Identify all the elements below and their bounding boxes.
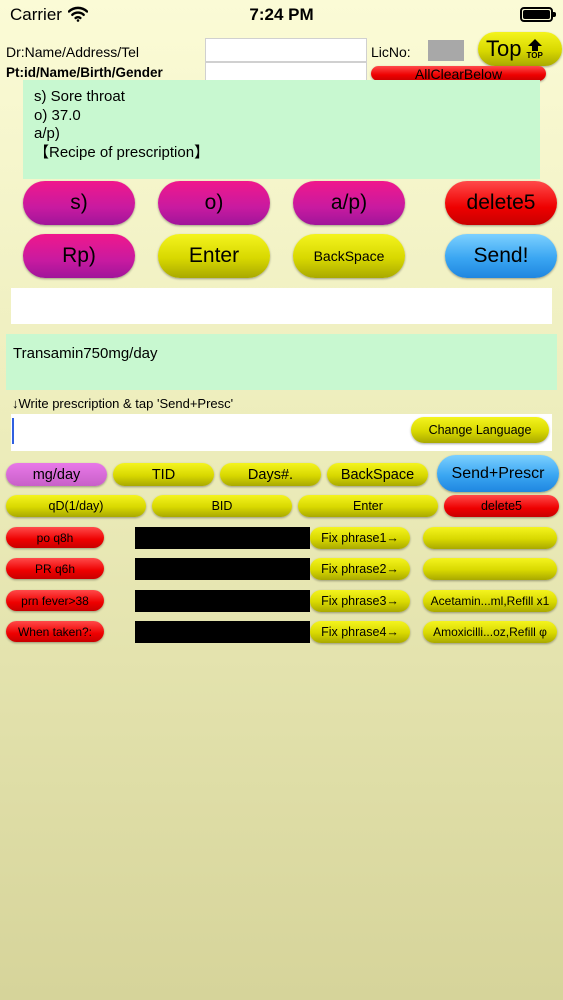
fix-phrase-label: Fix phrase1→ — [321, 531, 399, 545]
change-language-label: Change Language — [428, 423, 532, 437]
phrase-input[interactable] — [135, 590, 310, 612]
doctor-info-field[interactable] — [205, 38, 367, 62]
ap-button[interactable]: a/p) — [293, 181, 405, 225]
send-button[interactable]: Send! — [445, 234, 557, 278]
phrase-key-button[interactable]: PR q6h — [6, 558, 104, 579]
battery-icon — [520, 7, 556, 22]
fix-phrase-button[interactable]: Fix phrase4→ — [310, 621, 410, 643]
saved-phrase-button[interactable]: Amoxicilli...oz,Refill φ — [423, 621, 557, 643]
enter-button-label: Enter — [188, 244, 240, 267]
saved-phrase-button[interactable]: Acetamin...ml,Refill x1 — [423, 590, 557, 612]
patient-info-field[interactable] — [205, 62, 367, 82]
delete5-button[interactable]: delete5 — [445, 181, 557, 225]
fix-phrase-label: Fix phrase2→ — [321, 562, 399, 576]
fix-phrase-label: Fix phrase3→ — [321, 594, 399, 608]
delete5-button-label: delete5 — [466, 191, 536, 214]
backspace-small-button[interactable]: BackSpace — [327, 463, 428, 486]
fix-phrase-label: Fix phrase4→ — [321, 625, 399, 639]
mg-day-button[interactable]: mg/day — [6, 463, 107, 486]
change-language-button[interactable]: Change Language — [411, 417, 549, 443]
bid-label: BID — [211, 499, 233, 513]
note-lines: s) Sore throat o) 37.0 a/p) 【Recipe of p… — [34, 88, 209, 162]
text-caret — [12, 418, 14, 444]
all-clear-below-button[interactable]: AllClearBelow — [371, 66, 546, 81]
ap-button-label: a/p) — [330, 191, 368, 214]
note-line: o) 37.0 — [34, 106, 81, 124]
doctor-label: Dr:Name/Address/Tel — [6, 44, 140, 60]
rp-button-label: Rp) — [62, 244, 96, 267]
phrase-input[interactable] — [135, 527, 310, 549]
enter-small-label: Enter — [353, 499, 383, 513]
qd-label: qD(1/day) — [48, 499, 104, 513]
clock: 7:24 PM — [249, 5, 314, 24]
phrase-input[interactable] — [135, 621, 310, 643]
backspace-button[interactable]: BackSpace — [293, 234, 405, 278]
backspace-button-label: BackSpace — [313, 248, 385, 264]
send-prescription-button[interactable]: Send+Prescr — [437, 455, 559, 492]
tid-label: TID — [151, 466, 176, 483]
delete5-small-label: delete5 — [480, 499, 522, 513]
phrase-key-button[interactable]: When taken?: — [6, 621, 104, 642]
phrase-key-label: PR q6h — [34, 561, 76, 576]
phrase-input[interactable] — [135, 558, 310, 580]
days-label: Days#. — [247, 466, 294, 483]
license-label: LicNo: — [371, 44, 411, 60]
prescription-text: Transamin750mg/day — [13, 345, 158, 362]
phrase-key-button[interactable]: prn fever>38 — [6, 590, 104, 611]
patient-label: Pt:id/Name/Birth/Gender — [6, 65, 163, 80]
tid-button[interactable]: TID — [113, 463, 214, 486]
top-button[interactable]: Top TOP — [478, 32, 562, 66]
saved-phrase-label: Amoxicilli...oz,Refill φ — [433, 625, 547, 639]
o-button-label: o) — [204, 191, 224, 214]
output-field[interactable] — [11, 288, 552, 324]
note-line: a/p) — [34, 125, 60, 142]
enter-button[interactable]: Enter — [158, 234, 270, 278]
days-button[interactable]: Days#. — [220, 463, 321, 486]
enter-small-button[interactable]: Enter — [298, 495, 438, 517]
prescription-text-area[interactable]: Transamin750mg/day — [6, 334, 557, 390]
s-button[interactable]: s) — [23, 181, 135, 225]
saved-phrase-button[interactable] — [423, 558, 557, 580]
bid-button[interactable]: BID — [152, 495, 292, 517]
phrase-key-label: When taken?: — [17, 624, 93, 639]
s-button-label: s) — [70, 191, 88, 214]
license-number-field[interactable] — [428, 40, 464, 61]
qd-button[interactable]: qD(1/day) — [6, 495, 146, 517]
arrow-up-icon: TOP — [526, 38, 543, 60]
saved-phrase-label: Acetamin...ml,Refill x1 — [430, 594, 550, 608]
phrase-key-button[interactable]: po q8h — [6, 527, 104, 548]
top-sub-label: TOP — [526, 50, 543, 60]
fix-phrase-button[interactable]: Fix phrase3→ — [310, 590, 410, 612]
delete5-small-button[interactable]: delete5 — [444, 495, 559, 517]
send-button-label: Send! — [473, 244, 529, 267]
all-clear-below-label: AllClearBelow — [414, 66, 503, 81]
send-prescription-label: Send+Prescr — [451, 464, 545, 482]
rp-button[interactable]: Rp) — [23, 234, 135, 278]
saved-phrase-button[interactable] — [423, 527, 557, 549]
fix-phrase-button[interactable]: Fix phrase1→ — [310, 527, 410, 549]
note-line: s) Sore throat — [34, 88, 125, 105]
backspace-small-label: BackSpace — [340, 466, 415, 483]
top-button-label: Top — [486, 36, 522, 61]
status-bar: Carrier 7:24 PM — [0, 0, 563, 30]
o-button[interactable]: o) — [158, 181, 270, 225]
phrase-key-label: po q8h — [36, 530, 74, 545]
mg-day-label: mg/day — [32, 466, 81, 483]
phrase-key-label: prn fever>38 — [21, 593, 89, 608]
fix-phrase-button[interactable]: Fix phrase2→ — [310, 558, 410, 580]
hint-label: ↓Write prescription & tap 'Send+Presc' — [12, 396, 234, 411]
note-line: 【Recipe of prescription】 — [34, 143, 210, 161]
